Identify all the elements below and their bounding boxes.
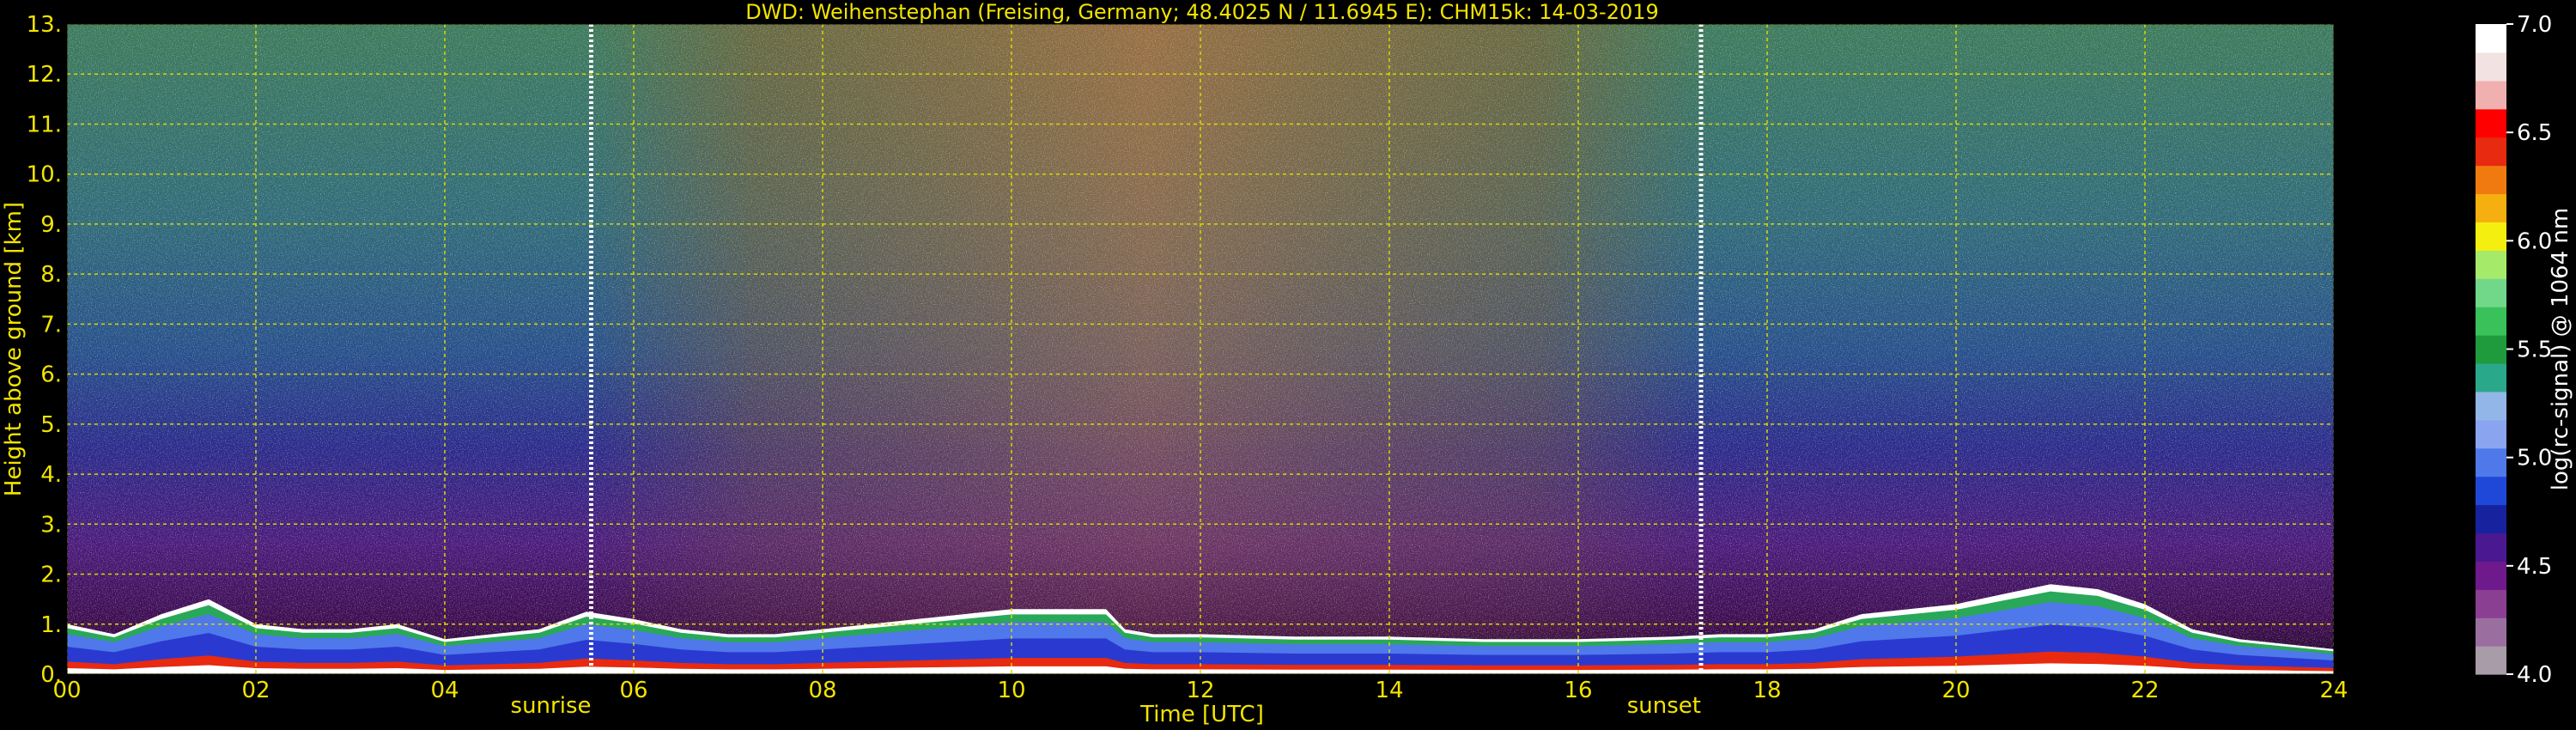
colorbar-ticks: 4.04.55.05.56.06.57.0 <box>2506 12 2552 688</box>
y-tick-label: 3. <box>40 512 62 538</box>
colorbar-segment <box>2476 532 2506 562</box>
y-tick-label: 13. <box>27 12 62 38</box>
annotations: sunrise sunset <box>511 693 1701 719</box>
colorbar-segment <box>2476 307 2506 336</box>
y-tick-label: 8. <box>40 262 62 288</box>
x-tick-label: 08 <box>808 678 836 703</box>
x-tick-label: 20 <box>1941 678 1970 703</box>
y-tick-label: 12. <box>27 62 62 88</box>
colorbar-segment <box>2476 250 2506 279</box>
colorbar-segment <box>2476 278 2506 307</box>
ceilometer-chart: DWD: Weihenstephan (Freising, Germany; 4… <box>1 0 2573 727</box>
x-tick-label: 16 <box>1564 678 1592 703</box>
colorbar-segment <box>2476 108 2506 138</box>
colorbar-segment <box>2476 165 2506 195</box>
colorbar-segment <box>2476 504 2506 534</box>
colorbar-segment <box>2476 362 2506 392</box>
colorbar-segment <box>2476 52 2506 82</box>
colorbar-tick-label: 4.0 <box>2517 662 2552 688</box>
colorbar-segment <box>2476 561 2506 590</box>
plot-area <box>67 24 2334 674</box>
colorbar-segment <box>2476 391 2506 421</box>
colorbar-tick-label: 7.0 <box>2517 12 2552 38</box>
y-axis-ticks: 0. 1. 2. 3. 4. 5. 6. 7. 8. 9. 10. 11. 12. 13. <box>27 12 62 688</box>
chart-title: DWD: Weihenstephan (Freising, Germany; 4… <box>745 0 1659 24</box>
colorbar-segment <box>2476 137 2506 167</box>
colorbar-label: log(rc-signal) @ 1064 nm <box>2548 208 2573 490</box>
y-tick-label: 10. <box>27 162 62 188</box>
colorbar-segments <box>2476 24 2506 675</box>
sunrise-label: sunrise <box>511 693 592 719</box>
x-tick-label: 22 <box>2130 678 2159 703</box>
y-tick-label: 7. <box>40 312 62 338</box>
colorbar-segment <box>2476 447 2506 478</box>
y-tick-label: 4. <box>40 462 62 488</box>
y-tick-label: 0. <box>40 662 62 688</box>
x-tick-label: 02 <box>241 678 270 703</box>
y-tick-label: 2. <box>40 563 62 588</box>
x-tick-label: 12 <box>1186 678 1214 703</box>
colorbar-segment <box>2476 646 2506 675</box>
y-tick-label: 11. <box>27 112 62 137</box>
y-tick-label: 6. <box>40 362 62 388</box>
x-tick-label: 14 <box>1375 678 1403 703</box>
x-tick-label: 18 <box>1753 678 1781 703</box>
colorbar-segment <box>2476 335 2506 364</box>
y-tick-label: 5. <box>40 412 62 438</box>
colorbar-segment <box>2476 589 2506 618</box>
x-tick-label: 10 <box>997 678 1025 703</box>
x-tick-label: 24 <box>2319 678 2348 703</box>
sunset-label: sunset <box>1627 693 1701 719</box>
x-tick-label: 06 <box>619 678 647 703</box>
colorbar-segment <box>2476 617 2506 647</box>
x-tick-label: 04 <box>430 678 459 703</box>
colorbar-tick-label: 4.5 <box>2517 554 2552 580</box>
colorbar-segment <box>2476 24 2506 53</box>
y-tick-label: 9. <box>40 212 62 238</box>
x-axis-ticks: 00 02 04 06 08 10 12 14 16 18 20 22 24 <box>52 678 2348 703</box>
x-axis-label: Time [UTC] <box>1139 702 1264 727</box>
colorbar-segment <box>2476 419 2506 449</box>
colorbar-segment <box>2476 476 2506 506</box>
colorbar-segment <box>2476 80 2506 110</box>
colorbar: 4.04.55.05.56.06.57.0 log(rc-signal) @ 1… <box>2476 12 2573 688</box>
colorbar-segment <box>2476 222 2506 251</box>
y-tick-label: 1. <box>40 612 62 638</box>
colorbar-tick-label: 6.5 <box>2517 120 2552 146</box>
y-axis-label: Height above ground [km] <box>1 202 27 496</box>
colorbar-segment <box>2476 193 2506 222</box>
